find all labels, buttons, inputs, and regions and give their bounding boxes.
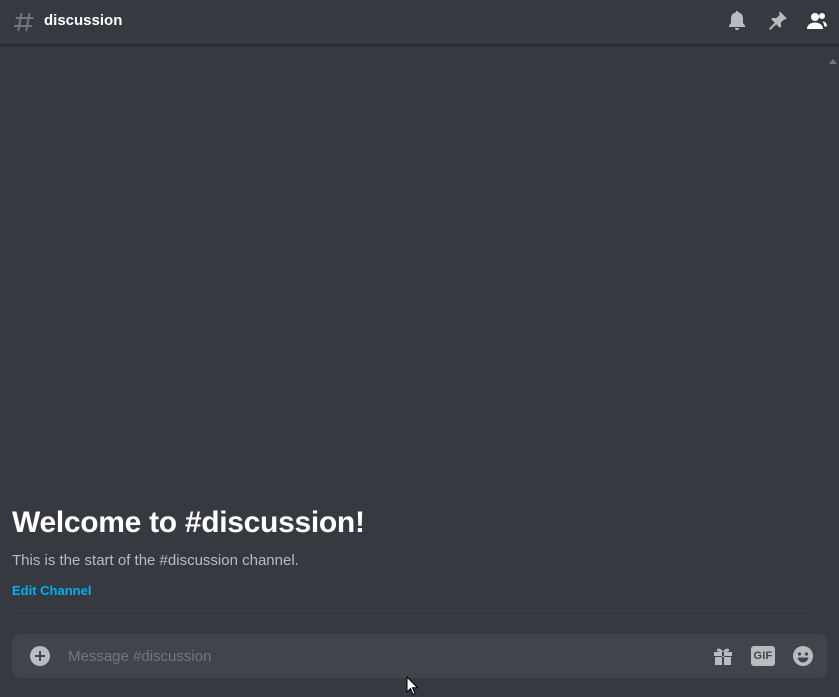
message-composer: GIF bbox=[12, 634, 827, 678]
member-list-icon[interactable] bbox=[805, 9, 829, 33]
notification-bell-icon[interactable] bbox=[725, 9, 749, 33]
composer-actions: GIF bbox=[711, 644, 815, 668]
gif-icon: GIF bbox=[751, 646, 775, 666]
edit-channel-link[interactable]: Edit Channel bbox=[12, 583, 91, 599]
chat-app: discussion Welcome to #discussion! This … bbox=[0, 0, 839, 697]
gif-button[interactable]: GIF bbox=[751, 644, 775, 668]
welcome-heading: Welcome to #discussion! bbox=[12, 506, 365, 539]
pin-icon[interactable] bbox=[765, 9, 789, 33]
gift-icon[interactable] bbox=[711, 644, 735, 668]
channel-header: discussion bbox=[0, 0, 839, 45]
message-divider bbox=[12, 610, 808, 611]
emoji-icon[interactable] bbox=[791, 644, 815, 668]
channel-name: discussion bbox=[44, 12, 123, 29]
text-channel-hash-icon bbox=[14, 13, 34, 31]
mouse-pointer-icon bbox=[406, 676, 419, 696]
upload-plus-icon[interactable] bbox=[28, 644, 52, 668]
header-toolbar bbox=[725, 9, 829, 33]
scroll-up-arrow-icon[interactable] bbox=[829, 59, 837, 64]
message-input[interactable] bbox=[68, 634, 688, 678]
welcome-description: This is the start of the #discussion cha… bbox=[12, 552, 299, 569]
